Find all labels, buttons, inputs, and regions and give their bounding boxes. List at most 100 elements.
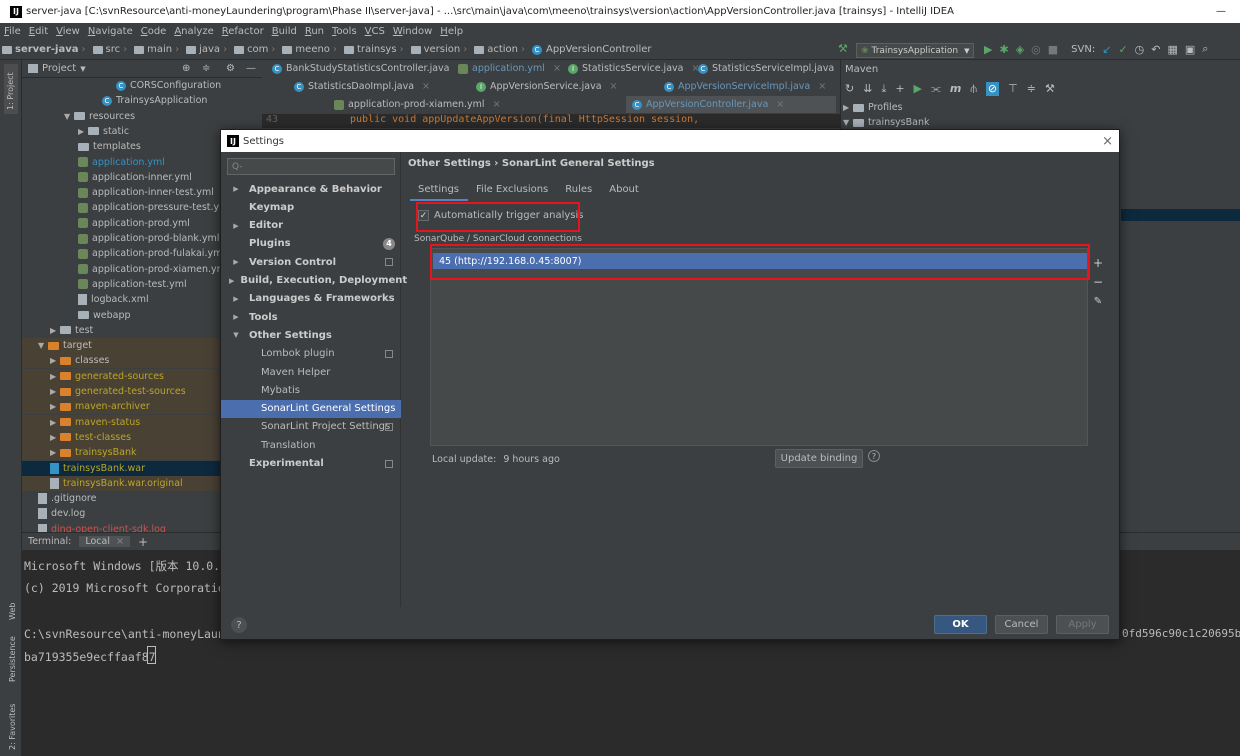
- menu-item[interactable]: Refactor: [218, 26, 268, 37]
- tree-item[interactable]: application-prod-fulakai.ym: [78, 246, 222, 261]
- wrench-icon[interactable]: ⚒: [1045, 82, 1055, 96]
- settings-nav-item[interactable]: ▶ Appearance & Behavior: [221, 180, 401, 198]
- chevron-right-icon[interactable]: ▶: [50, 372, 60, 381]
- minimize-button[interactable]: —: [1216, 6, 1226, 17]
- project-structure-icon[interactable]: ▦: [1167, 43, 1177, 56]
- tree-item[interactable]: ▶ maven-archiver: [22, 399, 222, 415]
- tree-item[interactable]: webapp: [78, 308, 131, 323]
- settings-nav-item[interactable]: Mybatis: [221, 381, 401, 399]
- tree-item[interactable]: application-pressure-test.ym: [78, 200, 228, 215]
- tab-about[interactable]: About: [601, 182, 648, 201]
- breadcrumb-item[interactable]: version ›: [409, 44, 473, 55]
- settings-nav-item[interactable]: Lombok plugin: [221, 345, 401, 363]
- chevron-down-icon[interactable]: ▼: [38, 341, 48, 350]
- settings-nav-item[interactable]: Keymap: [221, 198, 401, 216]
- tree-item[interactable]: logback.xml: [78, 292, 149, 307]
- expand-arrow-icon[interactable]: ▶: [843, 103, 853, 112]
- remove-connection-button[interactable]: −: [1090, 274, 1106, 290]
- settings-nav-item[interactable]: SonarLint General Settings: [221, 399, 401, 418]
- tree-item[interactable]: C TrainsysApplication: [102, 93, 207, 108]
- chevron-right-icon[interactable]: ▶: [50, 433, 60, 442]
- tree-item[interactable]: ▶ trainsysBank: [22, 445, 222, 461]
- close-icon[interactable]: ×: [553, 63, 561, 74]
- chevron-right-icon[interactable]: ▶: [50, 448, 60, 457]
- code-editor[interactable]: 43 public void appUpdateAppVersion(final…: [262, 114, 840, 128]
- tree-item[interactable]: ▶ static: [78, 124, 129, 139]
- chevron-down-icon[interactable]: ▼: [64, 112, 74, 121]
- tree-item[interactable]: ▼ resources: [64, 109, 135, 124]
- tree-item[interactable]: ▶ classes: [22, 353, 222, 369]
- editor-tab[interactable]: C StatisticsDaoImpl.java ×: [294, 78, 430, 95]
- tree-item[interactable]: ▶ test-classes: [22, 429, 222, 445]
- chevron-right-icon[interactable]: ▶: [50, 356, 60, 365]
- breadcrumb-item[interactable]: java ›: [184, 44, 232, 55]
- update-binding-button[interactable]: Update binding: [775, 449, 863, 468]
- editor-tab[interactable]: CBankStudyStatisticsController.java×: [272, 60, 465, 77]
- project-tool-tab[interactable]: 1: Project: [6, 72, 15, 110]
- tree-item[interactable]: trainsysBank.war.original: [22, 475, 222, 491]
- run-icon[interactable]: ▶: [914, 82, 922, 96]
- tree-item[interactable]: application-inner-test.yml: [78, 185, 214, 200]
- tree-item[interactable]: templates: [78, 139, 141, 154]
- menu-item[interactable]: Run: [301, 26, 328, 37]
- run-icon[interactable]: ▶: [984, 43, 992, 56]
- breadcrumb-item[interactable]: meeno ›: [280, 44, 342, 55]
- stop-icon[interactable]: ■: [1048, 43, 1058, 56]
- profile-icon[interactable]: ◎: [1031, 43, 1041, 56]
- breadcrumb-item[interactable]: src ›: [91, 44, 133, 55]
- tree-item[interactable]: ▶ test: [50, 323, 93, 338]
- gear-icon[interactable]: ⚙: [226, 63, 235, 74]
- settings-nav-item[interactable]: ▶ Editor: [221, 217, 401, 235]
- close-icon[interactable]: ×: [818, 81, 826, 92]
- run-configuration-select[interactable]: ❀ TrainsysApplication ▼: [856, 43, 974, 58]
- add-connection-button[interactable]: +: [1090, 255, 1106, 271]
- debug-icon[interactable]: ✱: [999, 43, 1008, 56]
- settings-nav-item[interactable]: ▶ Tools: [221, 308, 401, 326]
- tree-item[interactable]: dev.log: [38, 506, 85, 521]
- reload-icon[interactable]: ↻: [845, 82, 854, 96]
- locate-icon[interactable]: ⊕: [182, 63, 190, 74]
- tree-item[interactable]: application-prod-blank.yml: [78, 231, 219, 246]
- close-icon[interactable]: ×: [610, 81, 618, 92]
- tree-item[interactable]: application-prod-xiamen.ym: [78, 262, 226, 277]
- persistence-tool-tab[interactable]: Persistence: [8, 636, 17, 682]
- editor-tab[interactable]: C AppVersionServiceImpl.java ×: [664, 78, 826, 95]
- breadcrumb-item[interactable]: server-java ›: [0, 44, 91, 55]
- skip-tests-icon[interactable]: ⊘: [985, 82, 1000, 96]
- settings-nav-item[interactable]: SonarLint Project Settings: [221, 418, 401, 436]
- maven-project[interactable]: trainsysBank: [868, 117, 930, 128]
- tree-item[interactable]: ▶ maven-status: [22, 414, 222, 430]
- history-icon[interactable]: ◷: [1135, 43, 1145, 56]
- tab-rules[interactable]: Rules: [557, 182, 601, 201]
- settings-nav-item[interactable]: ▶ Version Control: [221, 253, 401, 271]
- menu-item[interactable]: Build: [268, 26, 301, 37]
- tree-item[interactable]: C CORSConfiguration: [116, 78, 221, 93]
- collapse-all-icon[interactable]: ≑: [1027, 82, 1036, 96]
- apply-button[interactable]: Apply: [1056, 615, 1109, 634]
- chevron-down-icon[interactable]: ▼: [80, 65, 85, 73]
- tree-item[interactable]: ▶ generated-sources: [22, 368, 222, 384]
- menu-item[interactable]: Help: [436, 26, 467, 37]
- menu-item[interactable]: Tools: [328, 26, 361, 37]
- hide-icon[interactable]: —: [246, 63, 256, 74]
- settings-nav-item[interactable]: Translation: [221, 436, 401, 454]
- search-everywhere-icon[interactable]: ⌕: [1202, 42, 1208, 56]
- menu-item[interactable]: Code: [137, 26, 171, 37]
- favorites-tool-tab[interactable]: 2: Favorites: [8, 704, 17, 750]
- toggle-icon[interactable]: ⫘: [931, 82, 941, 96]
- tree-item[interactable]: application-inner.yml: [78, 170, 192, 185]
- editor-tab[interactable]: application-prod-xiamen.yml ×: [334, 96, 501, 113]
- tree-item[interactable]: ▼ target: [22, 338, 222, 354]
- chevron-right-icon[interactable]: ▶: [50, 387, 60, 396]
- close-icon[interactable]: ×: [1102, 134, 1113, 149]
- generate-sources-icon[interactable]: ⇊: [863, 82, 872, 96]
- menu-item[interactable]: Window: [389, 26, 436, 37]
- maven-profiles[interactable]: Profiles: [868, 102, 903, 113]
- editor-tab[interactable]: C AppVersionController.java ×: [626, 96, 836, 113]
- tab-settings[interactable]: Settings: [410, 182, 469, 201]
- project-view-select[interactable]: Project: [42, 63, 76, 74]
- chevron-right-icon[interactable]: ▶: [50, 402, 60, 411]
- download-icon[interactable]: ⤓: [881, 82, 886, 96]
- layout-icon[interactable]: ▣: [1185, 43, 1195, 56]
- revert-icon[interactable]: ↶: [1151, 43, 1160, 56]
